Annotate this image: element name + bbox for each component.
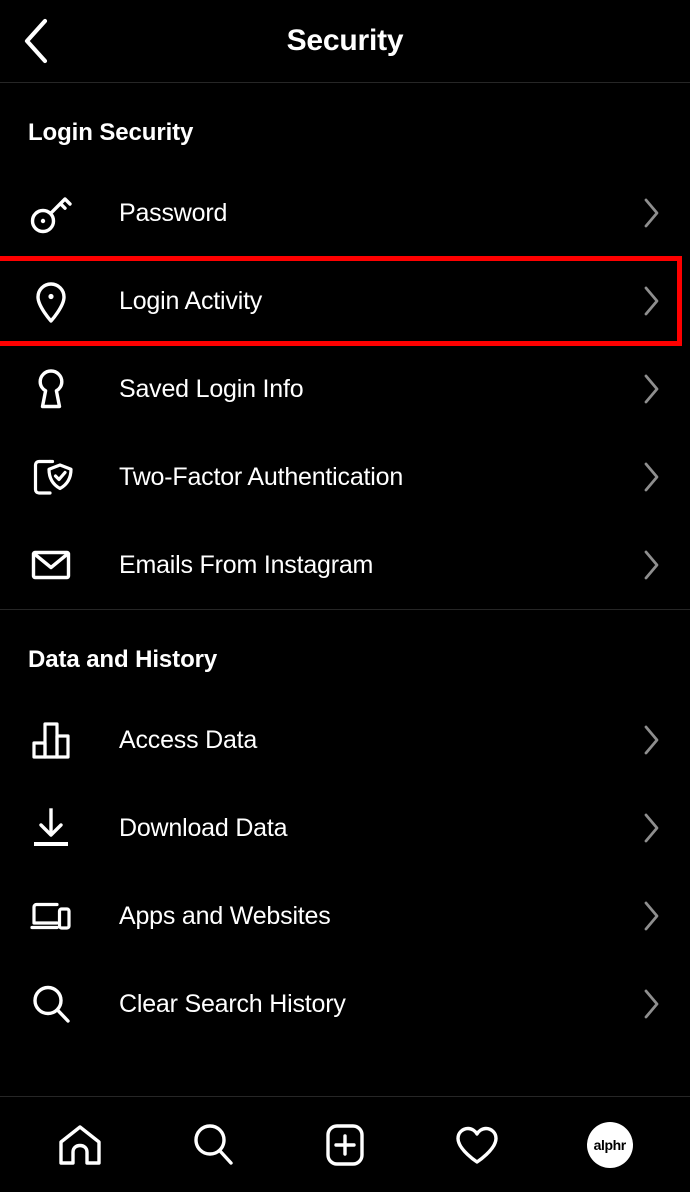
settings-row-clear-search-history[interactable]: Clear Search History bbox=[0, 960, 690, 1048]
settings-row-label: Login Activity bbox=[119, 286, 263, 315]
settings-row-label: Password bbox=[119, 198, 228, 227]
avatar-label: alphr bbox=[593, 1136, 627, 1153]
section-title: Data and History bbox=[28, 646, 218, 673]
chevron-right-icon bbox=[636, 286, 666, 316]
settings-row-label: Download Data bbox=[119, 813, 288, 842]
chevron-right-icon bbox=[636, 901, 666, 931]
app-header: Security bbox=[0, 0, 690, 83]
bar-chart-icon bbox=[24, 713, 78, 767]
settings-row-login-activity[interactable]: Login Activity bbox=[0, 256, 690, 346]
settings-row-download-data[interactable]: Download Data bbox=[0, 784, 690, 872]
settings-row-access-data[interactable]: Access Data bbox=[0, 696, 690, 784]
phone-shield-check-icon bbox=[24, 450, 78, 504]
chevron-right-icon bbox=[636, 198, 666, 228]
settings-row-label: Saved Login Info bbox=[119, 374, 304, 403]
chevron-right-icon bbox=[636, 725, 666, 755]
home-icon bbox=[54, 1119, 106, 1171]
new-post-icon bbox=[319, 1119, 371, 1171]
download-icon bbox=[24, 801, 78, 855]
section-login-security: Login Security Password Login Activity S… bbox=[0, 83, 690, 609]
settings-row-apps-and-websites[interactable]: Apps and Websites bbox=[0, 872, 690, 960]
heart-icon bbox=[451, 1119, 503, 1171]
key-icon bbox=[24, 186, 78, 240]
settings-row-label: Access Data bbox=[119, 725, 258, 754]
chevron-right-icon bbox=[636, 462, 666, 492]
chevron-right-icon bbox=[636, 989, 666, 1019]
chevron-right-icon bbox=[636, 550, 666, 580]
settings-row-label: Emails From Instagram bbox=[119, 550, 374, 579]
section-data-and-history: Data and History Access Data Download Da… bbox=[0, 609, 690, 1048]
chevron-right-icon bbox=[636, 813, 666, 843]
settings-list: Login Security Password Login Activity S… bbox=[0, 83, 690, 1096]
envelope-icon bbox=[24, 538, 78, 592]
page-title: Security bbox=[286, 24, 404, 57]
back-button[interactable] bbox=[10, 14, 64, 68]
chevron-left-icon bbox=[22, 17, 52, 65]
search-icon bbox=[187, 1119, 239, 1171]
keyhole-icon bbox=[24, 362, 78, 416]
settings-row-label: Clear Search History bbox=[119, 989, 346, 1018]
search-icon bbox=[24, 977, 78, 1031]
settings-row-label: Apps and Websites bbox=[119, 901, 331, 930]
chevron-right-icon bbox=[636, 374, 666, 404]
nav-search[interactable] bbox=[178, 1110, 248, 1180]
settings-row-saved-login-info[interactable]: Saved Login Info bbox=[0, 345, 690, 433]
location-pin-icon bbox=[24, 274, 78, 328]
bottom-navigation-bar: alphr bbox=[0, 1096, 690, 1192]
settings-row-label: Two-Factor Authentication bbox=[119, 462, 404, 491]
nav-profile[interactable]: alphr bbox=[575, 1110, 645, 1180]
devices-icon bbox=[24, 889, 78, 943]
profile-avatar: alphr bbox=[586, 1121, 633, 1168]
settings-row-password[interactable]: Password bbox=[0, 169, 690, 257]
settings-row-emails-from-instagram[interactable]: Emails From Instagram bbox=[0, 521, 690, 609]
nav-activity[interactable] bbox=[442, 1110, 512, 1180]
settings-row-two-factor-authentication[interactable]: Two-Factor Authentication bbox=[0, 433, 690, 521]
nav-new-post[interactable] bbox=[310, 1110, 380, 1180]
nav-home[interactable] bbox=[45, 1110, 115, 1180]
security-settings-screen: Security Login Security Password Login A… bbox=[0, 0, 690, 1192]
section-title: Login Security bbox=[28, 119, 194, 146]
